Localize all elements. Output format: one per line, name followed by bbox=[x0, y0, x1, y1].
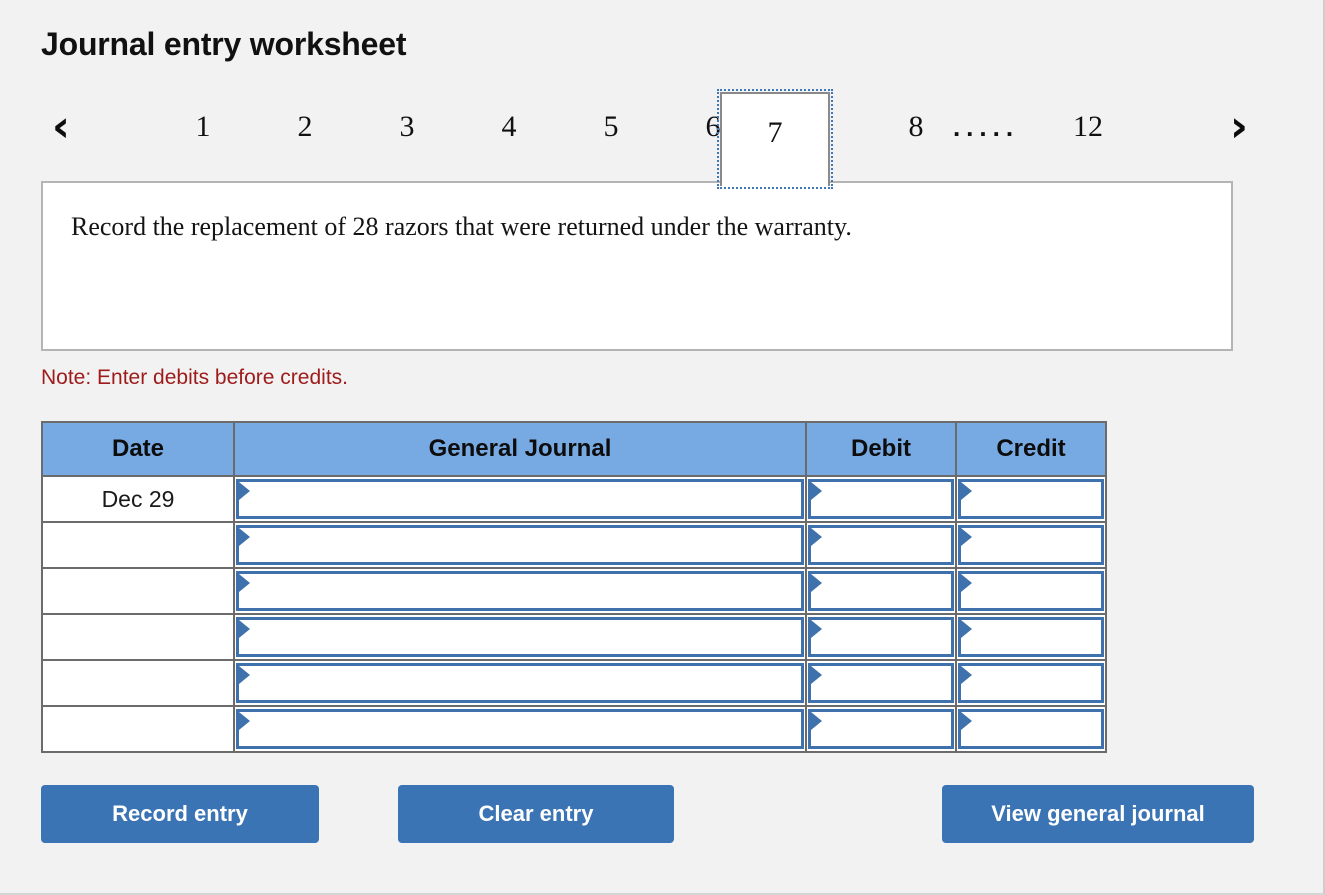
general-journal-cell bbox=[233, 705, 807, 753]
tab-4[interactable]: 4 bbox=[469, 92, 549, 162]
dropdown-triangle-icon[interactable] bbox=[239, 482, 250, 500]
debit-cell bbox=[805, 613, 957, 661]
tab-8[interactable]: 8 bbox=[876, 92, 956, 162]
tab-3[interactable]: 3 bbox=[367, 92, 447, 162]
general-journal-cell bbox=[233, 521, 807, 569]
journal-entry-worksheet-page: Journal entry worksheet ‹ 1 2 3 4 5 6 7 … bbox=[0, 0, 1325, 895]
dropdown-triangle-icon[interactable] bbox=[239, 574, 250, 592]
debit-cell bbox=[805, 567, 957, 615]
date-cell: Dec 29 bbox=[41, 475, 235, 523]
chevron-right-icon[interactable]: › bbox=[1219, 92, 1259, 162]
credit-cell bbox=[955, 521, 1107, 569]
view-general-journal-button[interactable]: View general journal bbox=[942, 785, 1254, 843]
record-entry-button[interactable]: Record entry bbox=[41, 785, 319, 843]
credit-cell bbox=[955, 567, 1107, 615]
general-journal-input[interactable] bbox=[236, 571, 804, 611]
table-row bbox=[41, 521, 1107, 569]
table-row bbox=[41, 659, 1107, 707]
dropdown-triangle-icon[interactable] bbox=[239, 528, 250, 546]
debit-cell bbox=[805, 705, 957, 753]
debit-input[interactable] bbox=[808, 479, 954, 519]
task-description-text: Record the replacement of 28 razors that… bbox=[71, 212, 852, 241]
date-cell bbox=[41, 659, 235, 707]
journal-entry-table: Date General Journal Debit Credit Dec 29 bbox=[41, 421, 1107, 753]
credit-input[interactable] bbox=[958, 479, 1104, 519]
date-cell bbox=[41, 521, 235, 569]
dropdown-triangle-icon[interactable] bbox=[961, 620, 972, 638]
credit-input[interactable] bbox=[958, 709, 1104, 749]
dropdown-triangle-icon[interactable] bbox=[811, 482, 822, 500]
dropdown-triangle-icon[interactable] bbox=[811, 528, 822, 546]
general-journal-cell bbox=[233, 567, 807, 615]
table-row bbox=[41, 567, 1107, 615]
debits-before-credits-note: Note: Enter debits before credits. bbox=[41, 366, 348, 389]
credit-cell bbox=[955, 613, 1107, 661]
tab-ellipsis: ..... bbox=[952, 111, 1020, 142]
debit-cell bbox=[805, 659, 957, 707]
column-header-debit: Debit bbox=[805, 421, 957, 477]
dropdown-triangle-icon[interactable] bbox=[239, 712, 250, 730]
table-row: Dec 29 bbox=[41, 475, 1107, 523]
credit-input[interactable] bbox=[958, 663, 1104, 703]
dropdown-triangle-icon[interactable] bbox=[961, 666, 972, 684]
general-journal-input[interactable] bbox=[236, 663, 804, 703]
dropdown-triangle-icon[interactable] bbox=[961, 482, 972, 500]
tab-1[interactable]: 1 bbox=[163, 92, 243, 162]
debit-cell bbox=[805, 521, 957, 569]
credit-cell bbox=[955, 475, 1107, 523]
general-journal-cell bbox=[233, 659, 807, 707]
chevron-left-icon[interactable]: ‹ bbox=[41, 92, 81, 162]
task-description-panel: Record the replacement of 28 razors that… bbox=[41, 181, 1233, 351]
credit-input[interactable] bbox=[958, 617, 1104, 657]
table-header-row: Date General Journal Debit Credit bbox=[41, 421, 1107, 477]
debit-input[interactable] bbox=[808, 525, 954, 565]
table-row bbox=[41, 613, 1107, 661]
debit-input[interactable] bbox=[808, 617, 954, 657]
tab-2[interactable]: 2 bbox=[265, 92, 345, 162]
date-cell bbox=[41, 613, 235, 661]
tab-12[interactable]: 12 bbox=[1048, 92, 1128, 162]
general-journal-input[interactable] bbox=[236, 709, 804, 749]
dropdown-triangle-icon[interactable] bbox=[811, 620, 822, 638]
credit-input[interactable] bbox=[958, 571, 1104, 611]
credit-input[interactable] bbox=[958, 525, 1104, 565]
debit-input[interactable] bbox=[808, 709, 954, 749]
credit-cell bbox=[955, 705, 1107, 753]
column-header-credit: Credit bbox=[955, 421, 1107, 477]
dropdown-triangle-icon[interactable] bbox=[811, 712, 822, 730]
dropdown-triangle-icon[interactable] bbox=[239, 620, 250, 638]
dropdown-triangle-icon[interactable] bbox=[961, 574, 972, 592]
dropdown-triangle-icon[interactable] bbox=[961, 712, 972, 730]
general-journal-cell bbox=[233, 613, 807, 661]
column-header-date: Date bbox=[41, 421, 235, 477]
worksheet-tab-strip: ‹ 1 2 3 4 5 6 7 8 ..... 12 › bbox=[41, 89, 1259, 189]
debit-input[interactable] bbox=[808, 663, 954, 703]
general-journal-cell bbox=[233, 475, 807, 523]
dropdown-triangle-icon[interactable] bbox=[239, 666, 250, 684]
credit-cell bbox=[955, 659, 1107, 707]
general-journal-input[interactable] bbox=[236, 479, 804, 519]
date-cell bbox=[41, 705, 235, 753]
page-title: Journal entry worksheet bbox=[41, 26, 407, 62]
general-journal-input[interactable] bbox=[236, 617, 804, 657]
table-row bbox=[41, 705, 1107, 753]
date-cell bbox=[41, 567, 235, 615]
clear-entry-button[interactable]: Clear entry bbox=[398, 785, 674, 843]
general-journal-input[interactable] bbox=[236, 525, 804, 565]
debit-input[interactable] bbox=[808, 571, 954, 611]
column-header-general-journal: General Journal bbox=[233, 421, 807, 477]
debit-cell bbox=[805, 475, 957, 523]
tab-7-selected[interactable]: 7 bbox=[717, 89, 833, 189]
dropdown-triangle-icon[interactable] bbox=[961, 528, 972, 546]
dropdown-triangle-icon[interactable] bbox=[811, 666, 822, 684]
tab-5[interactable]: 5 bbox=[571, 92, 651, 162]
dropdown-triangle-icon[interactable] bbox=[811, 574, 822, 592]
